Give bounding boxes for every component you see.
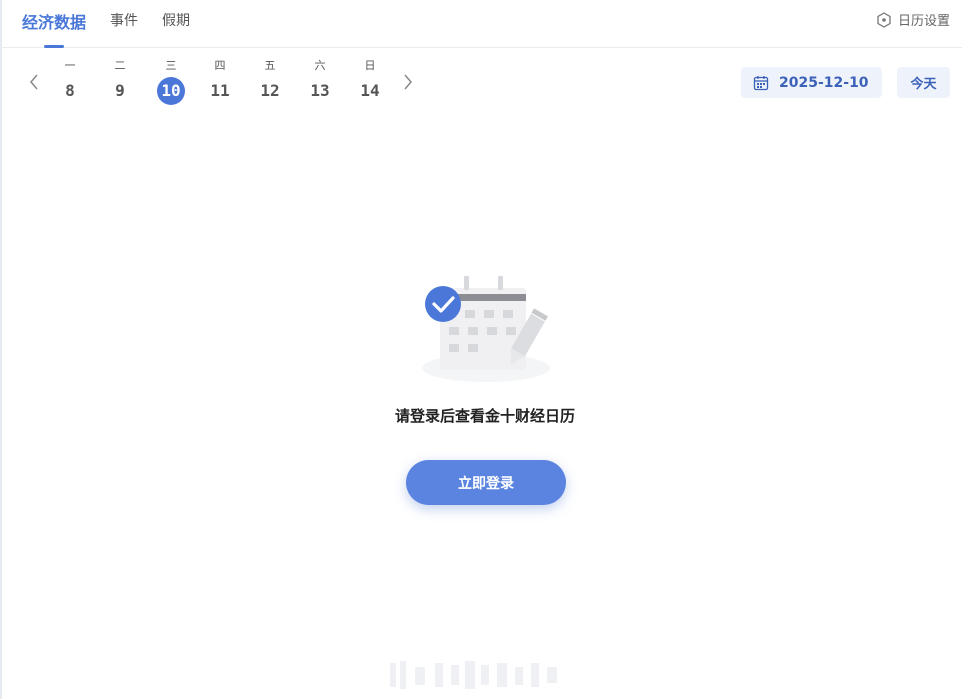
day-tue[interactable]: 二 9: [102, 58, 138, 105]
day-number: 11: [210, 81, 230, 100]
tab-events[interactable]: 事件: [110, 10, 138, 30]
weekday-label: 三: [165, 59, 177, 72]
today-button[interactable]: 今天: [897, 67, 950, 98]
left-border: [0, 0, 2, 699]
day-sat[interactable]: 六 13: [302, 58, 338, 105]
header: 经济数据 事件 假期 日历设置: [0, 0, 962, 48]
calendar-settings-button[interactable]: 日历设置: [876, 10, 950, 29]
login-prompt-message: 请登录后查看金十财经日历: [394, 407, 575, 425]
day-sun[interactable]: 日 14: [352, 58, 388, 105]
chevron-right-icon[interactable]: [400, 72, 416, 92]
hexagon-settings-icon: [877, 11, 891, 28]
day-number: 10: [157, 77, 185, 105]
calendar-check-illustration: [422, 276, 550, 382]
weekday-label: 二: [114, 59, 126, 72]
day-number: 13: [310, 81, 330, 100]
calendar-settings-label: 日历设置: [897, 14, 950, 29]
day-fri[interactable]: 五 12: [252, 58, 288, 105]
login-button[interactable]: 立即登录: [406, 460, 566, 505]
weekday-label: 一: [64, 59, 76, 72]
day-number: 8: [65, 81, 75, 100]
tab-holidays[interactable]: 假期: [162, 10, 190, 30]
date-picker[interactable]: 2025-12-10: [741, 67, 882, 98]
calendar-icon: [753, 75, 769, 90]
date-value: 2025-12-10: [779, 74, 869, 91]
weekday-label: 五: [264, 59, 276, 72]
chevron-left-icon[interactable]: [26, 72, 42, 92]
day-mon[interactable]: 一 8: [52, 58, 88, 105]
weekday-label: 六: [314, 59, 326, 72]
day-number: 9: [115, 81, 125, 100]
weekday-label: 日: [364, 59, 376, 72]
loading-bars-decoration: [390, 661, 557, 689]
day-number: 12: [260, 81, 280, 100]
day-wed-selected[interactable]: 三 10: [153, 58, 189, 105]
day-number: 14: [360, 81, 380, 100]
active-tab-indicator: [44, 45, 64, 48]
tab-economic-data[interactable]: 经济数据: [22, 9, 86, 33]
day-thu[interactable]: 四 11: [202, 58, 238, 105]
weekday-label: 四: [214, 59, 226, 72]
